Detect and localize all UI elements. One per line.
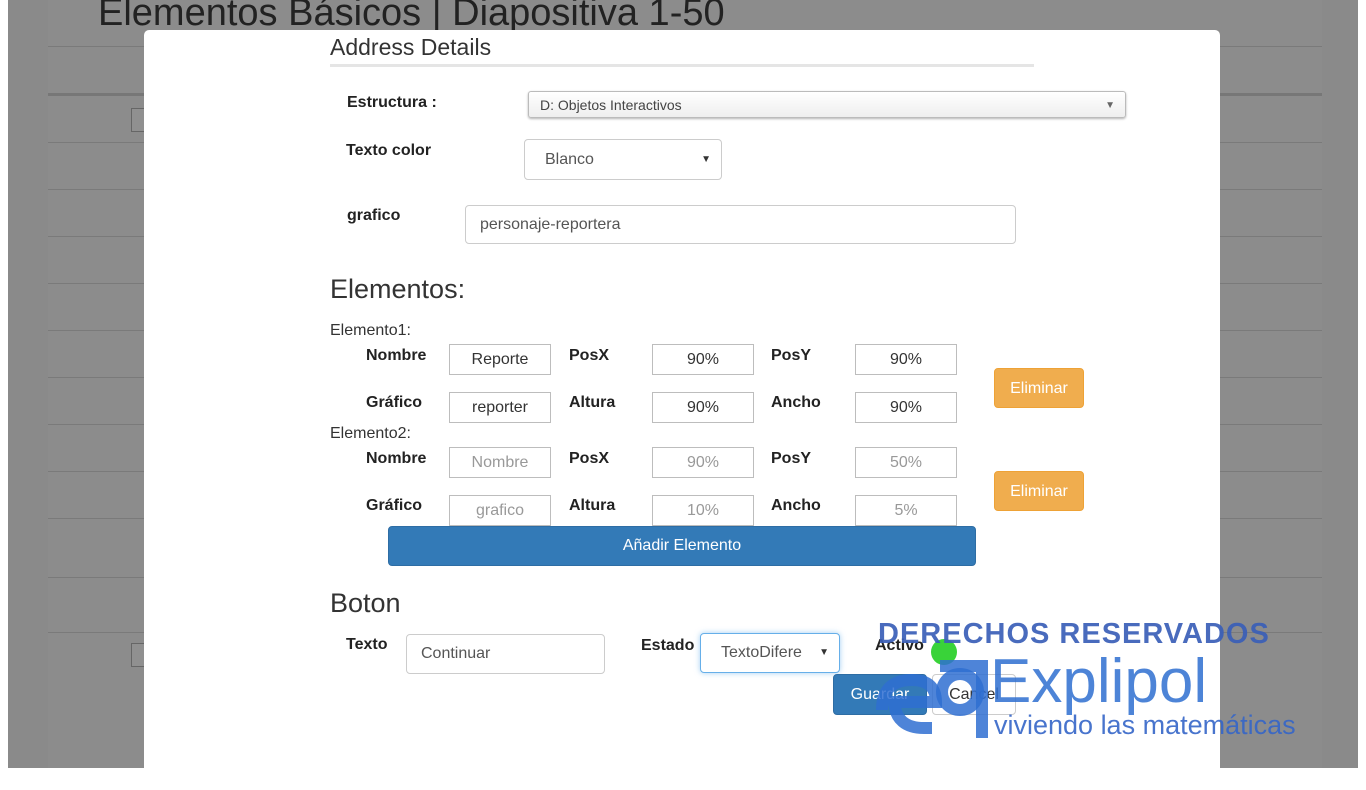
modal-section-title: Address Details (330, 34, 492, 60)
elemento2-heading: Elemento2: (330, 425, 411, 442)
grafico-col-label: Gráfico (366, 394, 423, 411)
boton-estado-select[interactable]: TextoDifere ▼ (700, 633, 840, 673)
nombre-label: Nombre (366, 450, 427, 467)
texto-color-label: Texto color (346, 142, 432, 159)
boton-estado-value: TextoDifere (721, 644, 802, 661)
activo-toggle[interactable] (931, 639, 957, 665)
posx-label: PosX (569, 347, 610, 364)
elemento2-grafico-input[interactable]: grafico (449, 495, 551, 526)
posy-label: PosY (771, 347, 812, 364)
elemento1-posx-input[interactable]: 90% (652, 344, 754, 375)
grafico-label: grafico (347, 207, 401, 224)
section-divider (330, 64, 1034, 67)
chevron-down-icon: ▼ (1105, 100, 1115, 111)
chevron-down-icon: ▼ (701, 154, 711, 165)
boton-title: Boton (330, 588, 401, 618)
boton-texto-label: Texto (346, 636, 388, 653)
chevron-down-icon: ▼ (819, 647, 829, 658)
grafico-input[interactable]: personaje-reportera (465, 205, 1016, 244)
grafico-col-label: Gráfico (366, 497, 423, 514)
elemento1-posy-input[interactable]: 90% (855, 344, 957, 375)
cancel-button[interactable]: Cancel (932, 674, 1016, 715)
elemento1-altura-input[interactable]: 90% (652, 392, 754, 423)
elemento2-posx-input[interactable]: 90% (652, 447, 754, 478)
nombre-label: Nombre (366, 347, 427, 364)
boton-estado-label: Estado (641, 637, 695, 654)
estructura-value: D: Objetos Interactivos (540, 97, 682, 113)
elemento1-delete-button[interactable]: Eliminar (994, 368, 1084, 408)
texto-color-value: Blanco (545, 151, 594, 168)
stamp-edge-left (0, 0, 12, 768)
elementos-title: Elementos: (330, 274, 466, 304)
boton-activo-label: Activo (875, 637, 924, 654)
address-details-modal: Address Details Estructura : D: Objetos … (144, 30, 1220, 790)
posy-label: PosY (771, 450, 812, 467)
elemento1-ancho-input[interactable]: 90% (855, 392, 957, 423)
texto-color-select[interactable]: Blanco ▼ (524, 139, 722, 180)
estructura-label: Estructura : (347, 94, 437, 111)
posx-label: PosX (569, 450, 610, 467)
elemento1-nombre-input[interactable]: Reporte (449, 344, 551, 375)
elemento1-heading: Elemento1: (330, 322, 411, 339)
elemento2-posy-input[interactable]: 50% (855, 447, 957, 478)
altura-label: Altura (569, 394, 616, 411)
stamp-edge-right (1354, 0, 1366, 768)
ancho-label: Ancho (771, 497, 821, 514)
ancho-label: Ancho (771, 394, 821, 411)
boton-texto-input[interactable]: Continuar (406, 634, 605, 674)
estructura-select[interactable]: D: Objetos Interactivos ▼ (528, 91, 1126, 118)
elemento2-delete-button[interactable]: Eliminar (994, 471, 1084, 511)
add-element-button[interactable]: Añadir Elemento (388, 526, 976, 566)
elemento1-grafico-input[interactable]: reporter (449, 392, 551, 423)
elemento2-nombre-input[interactable]: Nombre (449, 447, 551, 478)
elemento2-ancho-input[interactable]: 5% (855, 495, 957, 526)
altura-label: Altura (569, 497, 616, 514)
elemento2-altura-input[interactable]: 10% (652, 495, 754, 526)
save-button[interactable]: Guardar (833, 674, 927, 715)
